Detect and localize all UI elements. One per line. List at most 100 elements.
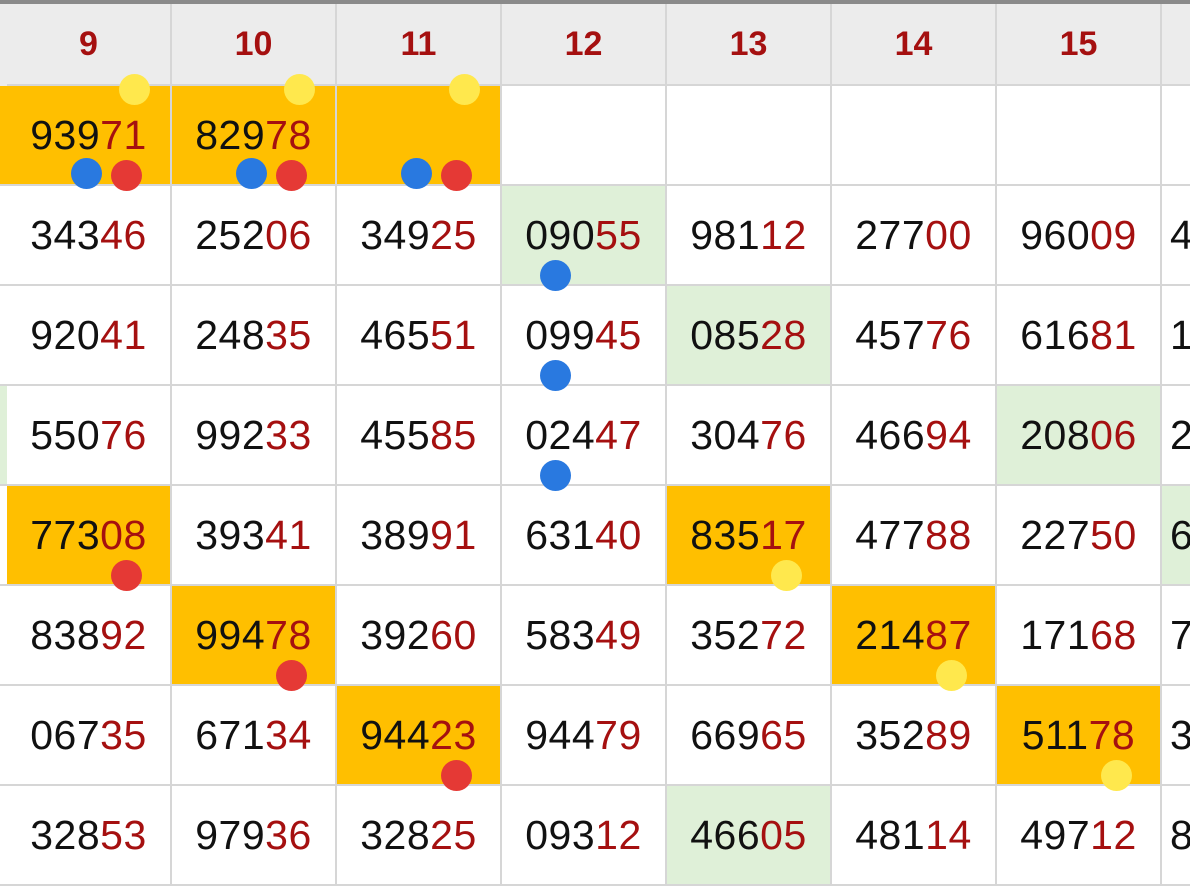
grid-cell-r1-c6[interactable] bbox=[832, 86, 997, 186]
grid-cell-r8-c3[interactable]: 328 25 bbox=[337, 786, 502, 886]
grid-cell-r5-c8[interactable]: 6 bbox=[1162, 486, 1190, 586]
cell-number-suffix: 78 bbox=[1088, 711, 1136, 758]
grid-cell-r8-c4[interactable]: 093 12 bbox=[502, 786, 667, 886]
grid-cell-r4-c6[interactable]: 466 94 bbox=[832, 386, 997, 486]
cell-number-prefix: 838 bbox=[30, 611, 101, 658]
grid-cell-r6-c8[interactable]: 7 bbox=[1162, 586, 1190, 686]
grid-cell-r6-c4[interactable]: 583 49 bbox=[502, 586, 667, 686]
grid-cell-r3-c8[interactable]: 1 bbox=[1162, 286, 1190, 386]
grid-cell-r7-c3[interactable]: 944 23 bbox=[337, 686, 502, 786]
cell-number-prefix: 352 bbox=[855, 711, 926, 758]
cell-number-prefix: 024 bbox=[525, 411, 596, 458]
grid-cell-r3-c7[interactable]: 616 81 bbox=[997, 286, 1162, 386]
grid-cell-r3-c1[interactable]: 920 41 bbox=[7, 286, 172, 386]
cell-number-suffix: 12 bbox=[595, 811, 642, 858]
grid-cell-r7-c7[interactable]: 511 78 bbox=[997, 686, 1162, 786]
grid-cell-r1-c1[interactable]: 939 71 bbox=[7, 86, 172, 186]
cell-number-prefix: 835 bbox=[690, 511, 761, 558]
column-header-3[interactable]: 11 bbox=[337, 4, 502, 86]
grid-cell-r4-c5[interactable]: 304 76 bbox=[667, 386, 832, 486]
cell-number-suffix: 14 bbox=[925, 811, 972, 858]
grid-cell-r8-c2[interactable]: 979 36 bbox=[172, 786, 337, 886]
cell-number-prefix: 550 bbox=[30, 411, 101, 458]
grid-cell-r1-c2[interactable]: 829 78 bbox=[172, 86, 337, 186]
cell-number-prefix: 067 bbox=[30, 711, 101, 758]
cell-number-suffix: 89 bbox=[925, 711, 972, 758]
grid-cell-r6-c2[interactable]: 994 78 bbox=[172, 586, 337, 686]
grid-cell-r8-c7[interactable]: 497 12 bbox=[997, 786, 1162, 886]
grid-cell-r6-c6[interactable]: 214 87 bbox=[832, 586, 997, 686]
grid-cell-r5-c2[interactable]: 393 41 bbox=[172, 486, 337, 586]
grid-cell-r4-c1[interactable]: 550 76 bbox=[7, 386, 172, 486]
cell-number-prefix: 773 bbox=[30, 511, 101, 558]
column-header-2[interactable]: 10 bbox=[172, 4, 337, 86]
grid-cell-r6-c1[interactable]: 838 92 bbox=[7, 586, 172, 686]
cell-number-suffix: 88 bbox=[925, 511, 972, 558]
cell-number-suffix: 76 bbox=[760, 411, 807, 458]
cell-number-prefix: 352 bbox=[690, 611, 761, 658]
grid-cell-r1-c4[interactable] bbox=[502, 86, 667, 186]
cell-number-prefix: 277 bbox=[855, 211, 926, 258]
column-header-6[interactable]: 14 bbox=[832, 4, 997, 86]
grid-cell-r3-c2[interactable]: 248 35 bbox=[172, 286, 337, 386]
grid-cell-r6-c7[interactable]: 171 68 bbox=[997, 586, 1162, 686]
cell-number-prefix: 090 bbox=[525, 211, 596, 258]
grid-cell-r7-c8[interactable]: 3 bbox=[1162, 686, 1190, 786]
cell-number-prefix: 171 bbox=[1020, 611, 1091, 658]
grid-cell-r2-c1[interactable]: 343 46 bbox=[7, 186, 172, 286]
grid-cell-r7-c4[interactable]: 944 79 bbox=[502, 686, 667, 786]
grid-cell-r4-c4[interactable]: 024 47 bbox=[502, 386, 667, 486]
grid-cell-r5-c1[interactable]: 773 08 bbox=[7, 486, 172, 586]
grid-cell-r2-c5[interactable]: 981 12 bbox=[667, 186, 832, 286]
grid-cell-r7-c6[interactable]: 352 89 bbox=[832, 686, 997, 786]
grid-cell-r4-c3[interactable]: 455 85 bbox=[337, 386, 502, 486]
column-header-7[interactable]: 15 bbox=[997, 4, 1162, 86]
grid-cell-r5-c6[interactable]: 477 88 bbox=[832, 486, 997, 586]
grid-cell-r5-c7[interactable]: 227 50 bbox=[997, 486, 1162, 586]
cell-number-suffix: 79 bbox=[595, 711, 642, 758]
grid-cell-r3-c6[interactable]: 457 76 bbox=[832, 286, 997, 386]
grid-cell-r2-c8[interactable]: 4 bbox=[1162, 186, 1190, 286]
grid-cell-r3-c3[interactable]: 465 51 bbox=[337, 286, 502, 386]
grid-cell-r1-c3[interactable] bbox=[337, 86, 502, 186]
cell-number-prefix: 343 bbox=[30, 211, 101, 258]
grid-cell-r7-c5[interactable]: 669 65 bbox=[667, 686, 832, 786]
column-header-1[interactable]: 9 bbox=[7, 4, 172, 86]
column-header-8[interactable] bbox=[1162, 4, 1190, 86]
number-grid-viewport[interactable]: 9 10 11 12 13 14 15 939 71 829 78 343 46 252 06 349 25 09… bbox=[0, 0, 1190, 893]
cell-number-suffix: 17 bbox=[760, 511, 807, 558]
grid-cell-r8-c8[interactable]: 8 bbox=[1162, 786, 1190, 886]
grid-cell-r5-c5[interactable]: 835 17 bbox=[667, 486, 832, 586]
grid-cell-r1-c8[interactable] bbox=[1162, 86, 1190, 186]
cell-number-prefix: 457 bbox=[855, 311, 926, 358]
column-header-4[interactable]: 12 bbox=[502, 4, 667, 86]
grid-cell-r2-c2[interactable]: 252 06 bbox=[172, 186, 337, 286]
grid-cell-r6-c5[interactable]: 352 72 bbox=[667, 586, 832, 686]
grid-cell-r2-c3[interactable]: 349 25 bbox=[337, 186, 502, 286]
grid-cell-r4-c8[interactable]: 2 bbox=[1162, 386, 1190, 486]
cell-number-suffix: 25 bbox=[430, 211, 477, 258]
grid-cell-r6-c3[interactable]: 392 60 bbox=[337, 586, 502, 686]
left-edge-cell bbox=[0, 86, 7, 186]
grid-cell-r3-c4[interactable]: 099 45 bbox=[502, 286, 667, 386]
grid-cell-r7-c2[interactable]: 671 34 bbox=[172, 686, 337, 786]
grid-cell-r8-c1[interactable]: 328 53 bbox=[7, 786, 172, 886]
grid-cell-r4-c7[interactable]: 208 06 bbox=[997, 386, 1162, 486]
grid-cell-r2-c4[interactable]: 090 55 bbox=[502, 186, 667, 286]
grid-cell-r5-c4[interactable]: 631 40 bbox=[502, 486, 667, 586]
grid-cell-r1-c5[interactable] bbox=[667, 86, 832, 186]
grid-cell-r7-c1[interactable]: 067 35 bbox=[7, 686, 172, 786]
grid-cell-r8-c5[interactable]: 466 05 bbox=[667, 786, 832, 886]
grid-cell-r8-c6[interactable]: 481 14 bbox=[832, 786, 997, 886]
grid-cell-r2-c6[interactable]: 277 00 bbox=[832, 186, 997, 286]
left-edge-cell bbox=[0, 286, 7, 386]
grid-cell-r1-c7[interactable] bbox=[997, 86, 1162, 186]
cell-number-suffix: 55 bbox=[595, 211, 642, 258]
cell-number-suffix: 36 bbox=[265, 811, 312, 858]
column-header-5[interactable]: 13 bbox=[667, 4, 832, 86]
grid-cell-r2-c7[interactable]: 960 09 bbox=[997, 186, 1162, 286]
cell-number-prefix: 7 bbox=[1170, 612, 1190, 659]
grid-cell-r5-c3[interactable]: 389 91 bbox=[337, 486, 502, 586]
grid-cell-r3-c5[interactable]: 085 28 bbox=[667, 286, 832, 386]
grid-cell-r4-c2[interactable]: 992 33 bbox=[172, 386, 337, 486]
